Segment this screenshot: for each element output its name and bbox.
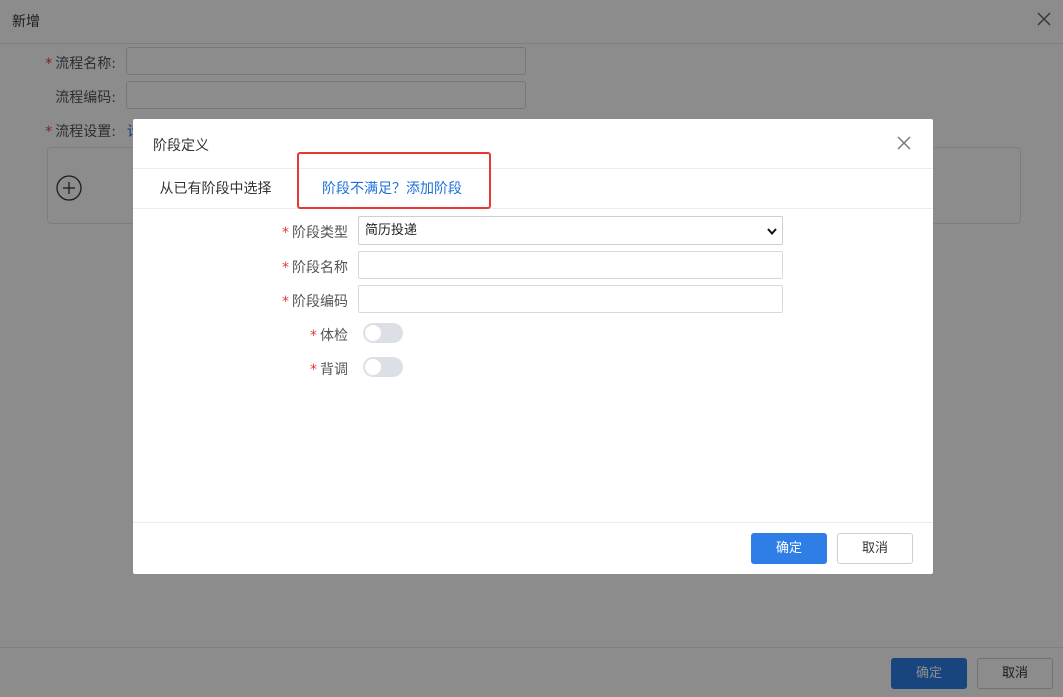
- close-icon[interactable]: [896, 135, 912, 151]
- background-check-toggle[interactable]: [363, 357, 403, 377]
- tab-add-stage[interactable]: 阶段不满足？添加阶段: [322, 169, 462, 209]
- stage-type-row: * 阶段类型 简历投递: [133, 216, 933, 245]
- stage-definition-dialog: 阶段定义 从已有阶段中选择 阶段不满足？添加阶段 * 阶段类型 简历投递 * 阶段名…: [133, 119, 933, 574]
- toggle-knob: [365, 325, 381, 341]
- stage-type-value: 简历投递: [365, 223, 418, 238]
- stage-name-row: * 阶段名称: [133, 251, 933, 279]
- stage-name-label: * 阶段名称: [282, 260, 348, 276]
- tab-choose-existing[interactable]: 从已有阶段中选择: [133, 169, 299, 209]
- dialog-title: 阶段定义: [153, 138, 209, 154]
- stage-tabs: 从已有阶段中选择 阶段不满足？添加阶段: [133, 169, 933, 209]
- dialog-confirm-button[interactable]: 确定: [751, 533, 827, 564]
- stage-code-input[interactable]: [358, 285, 783, 313]
- physical-exam-row: * 体检: [133, 319, 933, 347]
- stage-code-row: * 阶段编码: [133, 285, 933, 313]
- dialog-header: 阶段定义: [133, 119, 933, 169]
- physical-exam-toggle[interactable]: [363, 323, 403, 343]
- dialog-footer: 确定 取消: [133, 522, 933, 574]
- stage-name-input[interactable]: [358, 251, 783, 279]
- background-check-row: * 背调: [133, 353, 933, 381]
- stage-code-label: * 阶段编码: [282, 294, 348, 310]
- dialog-cancel-button[interactable]: 取消: [837, 533, 913, 564]
- stage-type-label: * 阶段类型: [282, 225, 348, 241]
- physical-exam-label: * 体检: [310, 328, 348, 344]
- stage-type-select[interactable]: 简历投递: [358, 216, 783, 245]
- toggle-knob: [365, 359, 381, 375]
- chevron-down-icon: [767, 228, 777, 236]
- background-check-label: * 背调: [310, 362, 348, 378]
